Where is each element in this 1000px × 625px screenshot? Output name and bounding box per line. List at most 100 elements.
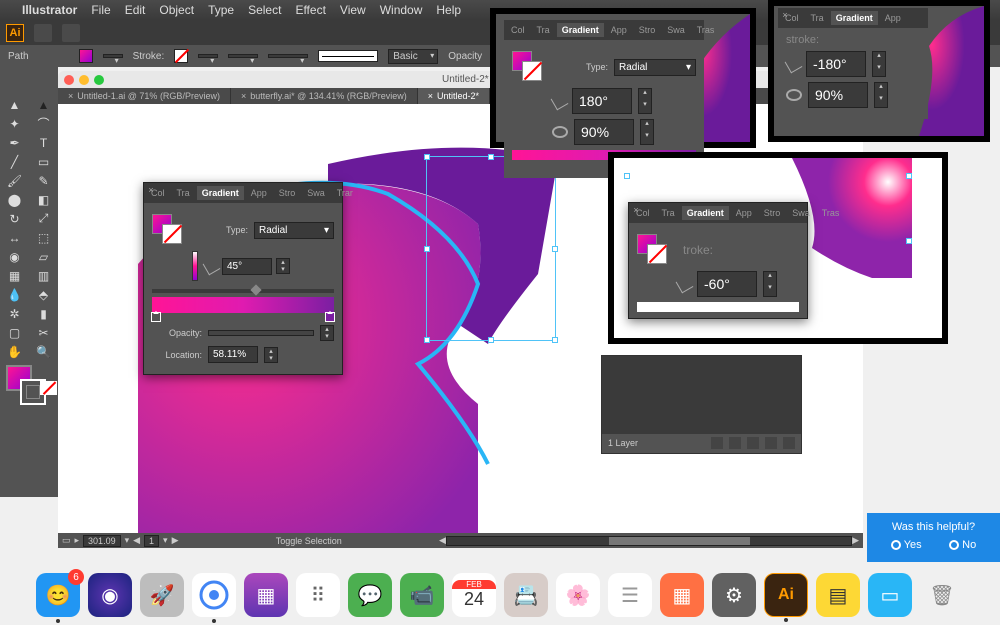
dock-illustrator[interactable]: Ai (764, 573, 808, 617)
menu-help[interactable]: Help (436, 3, 461, 17)
close-icon[interactable]: × (780, 10, 790, 20)
menu-effect[interactable]: Effect (295, 3, 325, 17)
new-layer-icon[interactable] (765, 437, 777, 449)
view-mode-icon[interactable]: ▭ (62, 535, 71, 546)
pen-tool[interactable]: ✒ (0, 133, 29, 152)
slice-tool[interactable]: ✂ (29, 323, 58, 342)
dock-launchpad[interactable]: 🚀 (140, 573, 184, 617)
free-transform-tool[interactable]: ⬚ (29, 228, 58, 247)
app-name[interactable]: Illustrator (22, 3, 77, 17)
menu-edit[interactable]: Edit (125, 3, 146, 17)
type-dropdown[interactable]: Radial▾ (614, 59, 696, 76)
angle-input[interactable]: -60° (697, 271, 757, 297)
hand-tool[interactable]: ✋ (0, 342, 29, 361)
menu-window[interactable]: Window (380, 3, 423, 17)
gradient-angle-input[interactable]: 45° (222, 258, 272, 275)
gradient-stop-left[interactable] (151, 312, 161, 322)
gradient-tool[interactable]: ▥ (29, 266, 58, 285)
magic-wand-tool[interactable]: ✦ (0, 114, 29, 133)
gpu-icon[interactable]: ▸ (75, 535, 80, 546)
dock-facetime[interactable]: 📹 (400, 573, 444, 617)
dock-keynote[interactable]: ▭ (868, 573, 912, 617)
resize-handle-s[interactable] (488, 337, 494, 343)
location-stepper[interactable]: ▴▾ (264, 347, 278, 363)
close-icon[interactable]: × (631, 205, 641, 215)
dock-settings[interactable]: ⚙ (712, 573, 756, 617)
tab-gradient[interactable]: Gradient (557, 23, 604, 37)
gradient-type-dropdown[interactable]: Radial▾ (254, 222, 334, 239)
opacity-stepper[interactable]: ▴▾ (320, 325, 334, 341)
angle-input[interactable]: -180° (806, 51, 866, 77)
scroll-left-icon[interactable]: ◀ (439, 535, 446, 546)
gradient-midpoint-slider[interactable] (152, 289, 334, 293)
dock-photobooth[interactable]: ▦ (660, 573, 704, 617)
fill-swatch[interactable] (79, 49, 93, 63)
menu-type[interactable]: Type (208, 3, 234, 17)
direct-selection-tool[interactable]: ▲ (29, 95, 58, 114)
tab-stroke[interactable]: Stro (274, 186, 301, 200)
stroke-weight-dropdown[interactable] (228, 54, 258, 58)
horizontal-scrollbar[interactable]: ◀ ▶ (439, 534, 859, 547)
width-tool[interactable]: ↔ (0, 228, 29, 247)
dock-trash[interactable]: 🗑 (920, 573, 964, 617)
symbol-sprayer-tool[interactable]: ✲ (0, 304, 29, 323)
window-minimize-icon[interactable] (79, 75, 89, 85)
pencil-tool[interactable]: ✎ (29, 171, 58, 190)
close-icon[interactable]: × (68, 91, 73, 101)
paintbrush-tool[interactable]: 🖌 (0, 171, 29, 190)
zoom-dropdown-icon[interactable]: ▾ (125, 535, 130, 546)
feedback-no[interactable]: No (949, 539, 976, 551)
make-clipping-mask-icon[interactable] (729, 437, 741, 449)
graph-tool[interactable]: ▮ (29, 304, 58, 323)
lasso-tool[interactable]: ⌒ (29, 114, 58, 133)
tab-swatches[interactable]: Swa (302, 186, 330, 200)
artboard-prev-icon[interactable]: ◀ (133, 535, 140, 546)
artboard-tool[interactable]: ▢ (0, 323, 29, 342)
dock-app-grid[interactable]: ⠿ (296, 573, 340, 617)
new-sublayer-icon[interactable] (747, 437, 759, 449)
type-tool[interactable]: T (29, 133, 58, 152)
brush-definition[interactable]: Basic (388, 49, 438, 64)
eraser-tool[interactable]: ◧ (29, 190, 58, 209)
window-close-icon[interactable] (64, 75, 74, 85)
artboard-dropdown-icon[interactable]: ▾ (163, 535, 168, 546)
dock-calendar[interactable]: FEB24 (452, 573, 496, 617)
window-zoom-icon[interactable] (94, 75, 104, 85)
zoom-level[interactable]: 301.09 (83, 535, 121, 547)
gradient-ramp[interactable] (152, 297, 334, 313)
fill-dropdown[interactable] (103, 54, 123, 58)
gradient-panel-main[interactable]: × Col Tra Gradient App Stro Swa Trar Typ… (143, 182, 343, 375)
scroll-right-icon[interactable]: ▶ (852, 535, 859, 546)
aspect-ratio-input[interactable]: 90% (808, 82, 868, 108)
aspect-ratio-input[interactable]: 90% (574, 119, 634, 145)
selection-bounding-box[interactable] (426, 156, 556, 341)
artboard-next-icon[interactable]: ▶ (172, 535, 179, 546)
close-icon[interactable]: × (428, 91, 433, 101)
resize-handle-n[interactable] (488, 154, 494, 160)
tab-butterfly[interactable]: ×butterfly.ai* @ 134.41% (RGB/Preview) (231, 88, 418, 104)
scroll-thumb[interactable] (609, 537, 750, 545)
dock-contacts[interactable]: 📇 (504, 573, 548, 617)
dock-app-purple[interactable]: ▦ (244, 573, 288, 617)
close-icon[interactable]: × (146, 185, 156, 195)
scale-tool[interactable]: ⤢ (29, 209, 58, 228)
gradient-opacity-input[interactable] (208, 330, 314, 336)
stroke-color-dropdown[interactable] (198, 54, 218, 58)
layers-list[interactable] (602, 356, 801, 434)
dock-siri[interactable]: ◉ (88, 573, 132, 617)
bridge-icon[interactable] (34, 24, 52, 42)
blend-tool[interactable]: ⬘ (29, 285, 58, 304)
eyedropper-tool[interactable]: 💧 (0, 285, 29, 304)
tab-transparency[interactable]: Tra (172, 186, 195, 200)
menu-select[interactable]: Select (248, 3, 281, 17)
arrange-icon[interactable] (62, 24, 80, 42)
feedback-yes[interactable]: Yes (891, 539, 922, 551)
rectangle-tool[interactable]: ▭ (29, 152, 58, 171)
mesh-tool[interactable]: ▦ (0, 266, 29, 285)
menu-view[interactable]: View (340, 3, 366, 17)
tab-untitled2[interactable]: ×Untitled-2* (418, 88, 490, 104)
resize-handle-sw[interactable] (424, 337, 430, 343)
zoom-tool[interactable]: 🔍 (29, 342, 58, 361)
rotate-tool[interactable]: ↻ (0, 209, 29, 228)
dock-photos[interactable]: 🌸 (556, 573, 600, 617)
